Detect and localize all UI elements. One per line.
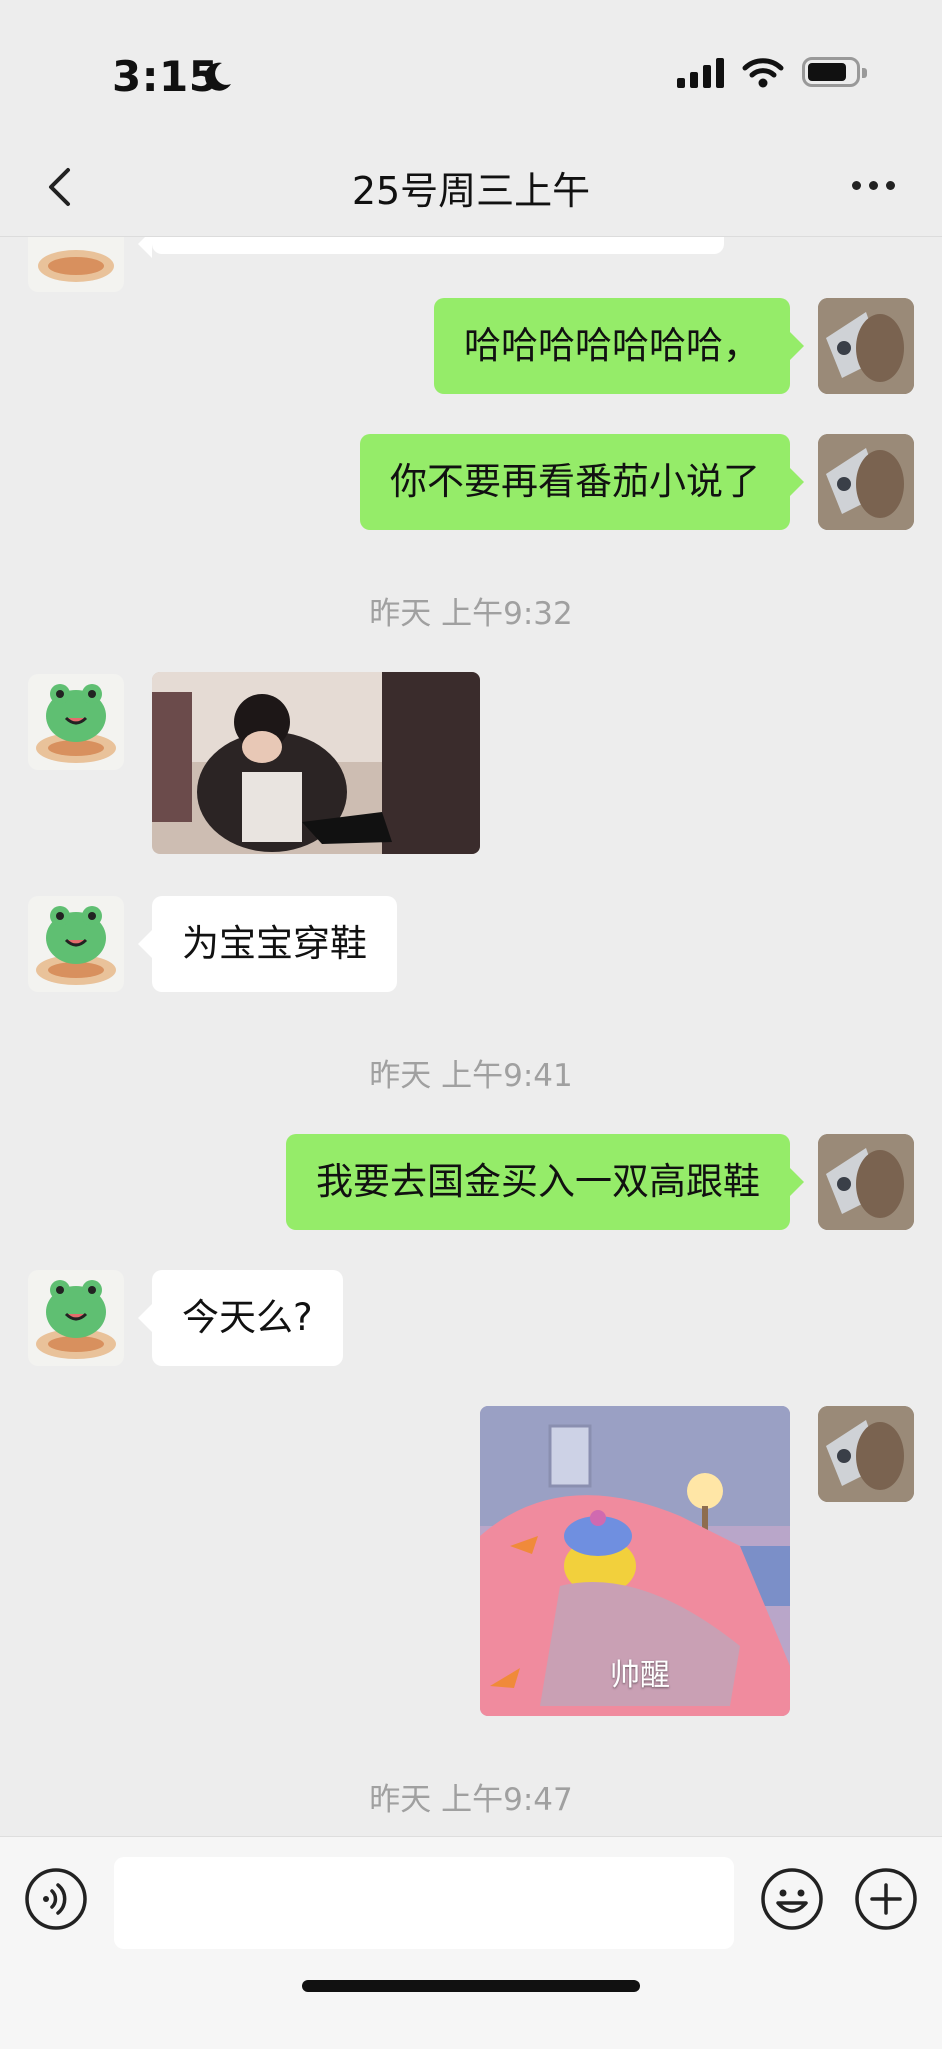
- contact-avatar[interactable]: [28, 236, 124, 292]
- chat-title: 25号周三上午: [351, 169, 591, 213]
- message-bubble-partial[interactable]: [138, 236, 724, 258]
- message-bubble-sent[interactable]: 我要去国金买入一双高跟鞋: [286, 1134, 804, 1230]
- timestamp: 昨天 上午9:47: [369, 1782, 573, 1818]
- chat-history[interactable]: 哈哈哈哈哈哈哈， 你不要再看番茄小说了 昨天 上午9:32 为宝宝穿鞋 昨天 上…: [0, 236, 942, 1836]
- my-avatar[interactable]: [818, 1134, 914, 1230]
- voice-input-icon[interactable]: [24, 1867, 88, 1931]
- timestamp: 昨天 上午9:32: [369, 596, 573, 632]
- message-bubble-received[interactable]: 为宝宝穿鞋: [138, 896, 397, 992]
- my-avatar[interactable]: [818, 298, 914, 394]
- contact-avatar[interactable]: [28, 1270, 124, 1366]
- contact-avatar[interactable]: [28, 896, 124, 992]
- cellular-signal-icon: [677, 56, 724, 88]
- message-bubble-received[interactable]: 今天么?: [138, 1270, 343, 1366]
- contact-avatar[interactable]: [28, 674, 124, 770]
- my-avatar[interactable]: [818, 434, 914, 530]
- status-bar: 3:15: [0, 0, 942, 140]
- sticker-caption: 帅醒: [610, 1658, 670, 1693]
- image-message[interactable]: [152, 672, 480, 854]
- input-bar: [0, 1836, 942, 2049]
- message-bubble-sent[interactable]: 你不要再看番茄小说了: [360, 434, 804, 530]
- nav-bar: 25号周三上午: [0, 140, 942, 237]
- battery-icon: [802, 57, 867, 87]
- moon-icon: [205, 62, 231, 91]
- timestamp: 昨天 上午9:41: [369, 1058, 573, 1094]
- my-avatar[interactable]: [818, 1406, 914, 1502]
- status-icons: [677, 56, 867, 88]
- home-indicator: [302, 1980, 640, 1992]
- message-bubble-sent[interactable]: 哈哈哈哈哈哈哈，: [434, 298, 804, 394]
- emoji-icon[interactable]: [760, 1867, 824, 1931]
- plus-icon[interactable]: [854, 1867, 918, 1931]
- message-input[interactable]: [114, 1857, 734, 1949]
- more-options-icon[interactable]: [852, 170, 902, 200]
- sticker-message[interactable]: 帅醒: [480, 1406, 790, 1716]
- wifi-icon: [742, 58, 784, 88]
